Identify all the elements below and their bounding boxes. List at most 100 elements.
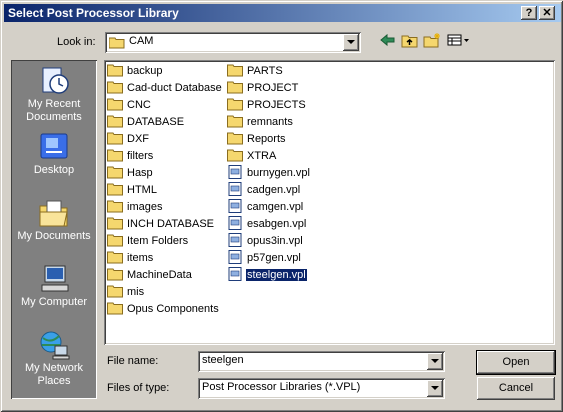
folder-icon <box>227 64 243 77</box>
place-label: My Recent Documents <box>26 98 82 123</box>
folder-item[interactable]: PROJECTS <box>227 97 307 114</box>
files-of-type-value: Post Processor Libraries (*.VPL) <box>202 381 361 393</box>
folder-icon <box>107 98 123 111</box>
vpl-file-icon <box>228 182 242 196</box>
folder-item[interactable]: Opus Components <box>107 301 220 318</box>
places-bar: My Recent Documents Desktop My Documents <box>11 60 97 399</box>
file-item[interactable]: p57gen.vpl <box>227 250 302 267</box>
folder-icon <box>107 166 123 179</box>
item-label: HTML <box>127 184 157 196</box>
file-name-value: steelgen <box>202 354 244 366</box>
file-item[interactable]: steelgen.vpl <box>227 267 308 284</box>
file-item[interactable]: burnygen.vpl <box>227 165 311 182</box>
cancel-button[interactable]: Cancel <box>477 377 555 400</box>
item-label: DATABASE <box>127 116 185 128</box>
folder-icon <box>107 132 123 145</box>
folder-item[interactable]: backup <box>107 63 163 80</box>
folder-item[interactable]: filters <box>107 148 154 165</box>
close-button[interactable]: ✕ <box>539 6 555 20</box>
folder-item[interactable]: remnants <box>227 114 294 131</box>
back-arrow-icon[interactable] <box>378 33 398 51</box>
item-label: PROJECT <box>247 82 299 94</box>
place-desktop[interactable]: Desktop <box>11 128 97 190</box>
folder-item[interactable]: PARTS <box>227 63 284 80</box>
folder-item[interactable]: CNC <box>107 97 152 114</box>
my-computer-icon <box>41 265 69 292</box>
folder-item[interactable]: mis <box>107 284 145 301</box>
item-label: mis <box>127 286 145 298</box>
item-label: Item Folders <box>127 235 189 247</box>
item-label: PARTS <box>247 65 283 77</box>
files-of-type-label: Files of type: <box>107 382 170 394</box>
vpl-file-icon <box>228 216 242 230</box>
folder-item[interactable]: Cad-duct Database <box>107 80 223 97</box>
folder-item[interactable]: Hasp <box>107 165 154 182</box>
folder-item[interactable]: items <box>107 250 154 267</box>
file-list[interactable]: backup Cad-duct Database CNC DATABASE DXF fil… <box>104 60 555 345</box>
chevron-down-icon[interactable] <box>427 380 443 397</box>
place-my-computer[interactable]: My Computer <box>11 260 97 322</box>
network-places-icon <box>40 331 70 360</box>
vpl-file-icon <box>228 199 242 213</box>
folder-item[interactable]: Item Folders <box>107 233 189 250</box>
item-label: p57gen.vpl <box>247 252 301 264</box>
item-label: Opus Components <box>127 303 219 315</box>
folder-icon <box>107 64 123 77</box>
folder-item[interactable]: images <box>107 199 163 216</box>
item-label: remnants <box>247 116 293 128</box>
new-folder-icon[interactable] <box>422 33 442 51</box>
folder-icon <box>107 81 123 94</box>
item-label: steelgen.vpl <box>245 268 308 282</box>
place-label: My Network Places <box>24 362 84 387</box>
file-item[interactable]: opus3in.vpl <box>227 233 304 250</box>
view-menu-icon[interactable] <box>446 33 472 51</box>
folder-icon <box>107 251 123 264</box>
file-item[interactable]: camgen.vpl <box>227 199 304 216</box>
item-label: images <box>127 201 163 213</box>
folder-icon <box>107 302 123 315</box>
help-button[interactable]: ? <box>521 6 537 20</box>
item-label: CNC <box>127 99 151 111</box>
item-label: burnygen.vpl <box>247 167 310 179</box>
folder-icon <box>107 149 123 162</box>
look-in-dropdown[interactable]: CAM <box>105 32 361 53</box>
dialog-window: Select Post Processor Library ? ✕ Look i… <box>0 0 563 412</box>
folder-icon <box>107 268 123 281</box>
place-my-network-places[interactable]: My Network Places <box>11 326 97 396</box>
folder-icon <box>107 183 123 196</box>
chevron-down-icon[interactable] <box>427 353 443 370</box>
folder-icon <box>107 115 123 128</box>
up-folder-icon[interactable] <box>400 33 420 51</box>
folder-icon <box>107 217 123 230</box>
item-label: filters <box>127 150 154 162</box>
place-my-recent-documents[interactable]: My Recent Documents <box>11 62 97 124</box>
folder-icon <box>227 98 243 111</box>
vpl-file-icon <box>228 233 242 247</box>
chevron-down-icon[interactable] <box>343 34 359 51</box>
folder-icon <box>227 81 243 94</box>
folder-item[interactable]: XTRA <box>227 148 277 165</box>
item-label: DXF <box>127 133 149 145</box>
folder-item[interactable]: INCH DATABASE <box>107 216 215 233</box>
folder-item[interactable]: Reports <box>227 131 287 148</box>
folder-item[interactable]: MachineData <box>107 267 193 284</box>
item-label: backup <box>127 65 163 77</box>
folder-icon <box>227 149 243 162</box>
folder-item[interactable]: DATABASE <box>107 114 185 131</box>
file-item[interactable]: cadgen.vpl <box>227 182 301 199</box>
files-of-type-dropdown[interactable]: Post Processor Libraries (*.VPL) <box>198 378 445 399</box>
folder-item[interactable]: PROJECT <box>227 80 299 97</box>
file-item[interactable]: esabgen.vpl <box>227 216 307 233</box>
open-button[interactable]: Open <box>476 350 556 375</box>
folder-item[interactable]: HTML <box>107 182 158 199</box>
item-label: Reports <box>247 133 286 145</box>
place-my-documents[interactable]: My Documents <box>11 194 97 256</box>
file-name-label: File name: <box>107 355 159 367</box>
place-label: Desktop <box>33 164 75 176</box>
vpl-file-icon <box>228 267 242 281</box>
title-bar: Select Post Processor Library ? ✕ <box>4 4 561 22</box>
folder-item[interactable]: DXF <box>107 131 150 148</box>
file-name-input[interactable]: steelgen <box>198 351 445 372</box>
recent-documents-icon <box>42 67 69 94</box>
item-label: PROJECTS <box>247 99 306 111</box>
